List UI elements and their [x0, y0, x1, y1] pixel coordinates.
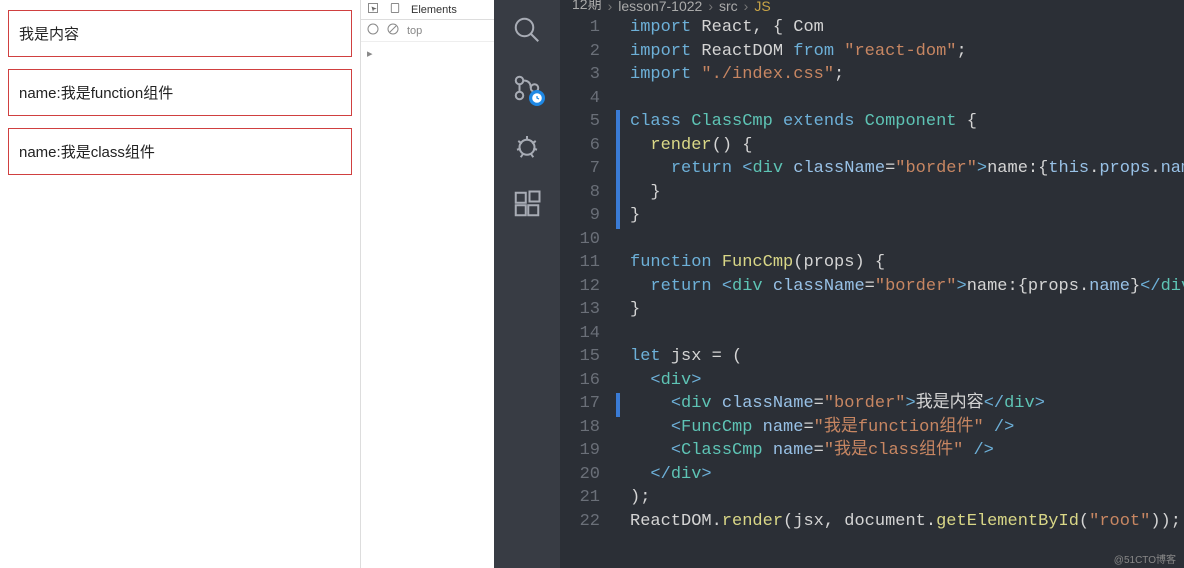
code-line[interactable]: return <div className="border">name:{thi… — [616, 157, 1184, 181]
devtools-expand[interactable]: ▸ — [361, 42, 494, 64]
code-line[interactable] — [616, 322, 1184, 346]
devtools-panel: Elements top ▸ — [360, 0, 494, 568]
code-line[interactable]: import React, { Com — [616, 16, 1184, 40]
device-icon[interactable] — [389, 2, 401, 17]
source-control-icon[interactable] — [511, 72, 543, 104]
chevron-right-icon: ▸ — [367, 47, 373, 60]
code-line[interactable]: } — [616, 298, 1184, 322]
pending-badge — [529, 90, 545, 106]
code-line[interactable]: let jsx = ( — [616, 345, 1184, 369]
watermark: @51CTO博客 — [1114, 551, 1176, 566]
code-area: 12期› lesson7-1022› src› JS module "/User… — [560, 0, 1184, 568]
search-icon[interactable] — [511, 14, 543, 46]
code-line[interactable]: ); — [616, 486, 1184, 510]
context-label[interactable]: top — [407, 25, 422, 37]
code-line[interactable]: render() { — [616, 134, 1184, 158]
code-line[interactable]: } — [616, 181, 1184, 205]
debug-icon[interactable] — [511, 130, 543, 162]
devtools-tabs: Elements — [361, 0, 494, 20]
breadcrumb[interactable]: 12期› lesson7-1022› src› JS — [560, 0, 1184, 14]
browser-preview: 我是内容 name:我是function组件 name:我是class组件 — [0, 0, 360, 568]
elements-tab[interactable]: Elements — [411, 4, 457, 16]
code-line[interactable]: <FuncCmp name="我是function组件" /> — [616, 416, 1184, 440]
code-line[interactable]: <ClassCmp name="我是class组件" /> — [616, 439, 1184, 463]
code-line[interactable]: function FuncCmp(props) { — [616, 251, 1184, 275]
code-line[interactable]: ReactDOM.render(jsx, document.getElement… — [616, 510, 1184, 534]
extensions-icon[interactable] — [511, 188, 543, 220]
clear-icon[interactable] — [387, 23, 399, 38]
preview-box: name:我是function组件 — [8, 69, 352, 116]
change-indicator — [616, 393, 620, 417]
code-line[interactable]: } — [616, 204, 1184, 228]
code-line[interactable]: import ReactDOM from "react-dom"; — [616, 40, 1184, 64]
inspect-icon[interactable] — [367, 2, 379, 17]
code-lines[interactable]: import React, { Comimport ReactDOM from … — [616, 14, 1184, 568]
code-line[interactable]: class ClassCmp extends Component { — [616, 110, 1184, 134]
devtools-toolbar: top — [361, 20, 494, 42]
preview-box: name:我是class组件 — [8, 128, 352, 175]
code-line[interactable] — [616, 87, 1184, 111]
code-line[interactable]: <div className="border">我是内容</div> — [616, 392, 1184, 416]
vscode-editor: 12期› lesson7-1022› src› JS module "/User… — [494, 0, 1184, 568]
line-gutter: 12345678910111213141516171819202122 — [560, 14, 616, 568]
activity-bar — [494, 0, 560, 568]
record-icon[interactable] — [367, 23, 379, 38]
code-line[interactable]: import "./index.css"; — [616, 63, 1184, 87]
code-line[interactable]: <div> — [616, 369, 1184, 393]
code-line[interactable]: </div> — [616, 463, 1184, 487]
devtools-body: ▸ — [361, 42, 494, 568]
change-indicator — [616, 110, 620, 229]
preview-box: 我是内容 — [8, 10, 352, 57]
code-line[interactable] — [616, 228, 1184, 252]
code-line[interactable]: return <div className="border">name:{pro… — [616, 275, 1184, 299]
editor-body[interactable]: 12345678910111213141516171819202122 impo… — [560, 14, 1184, 568]
